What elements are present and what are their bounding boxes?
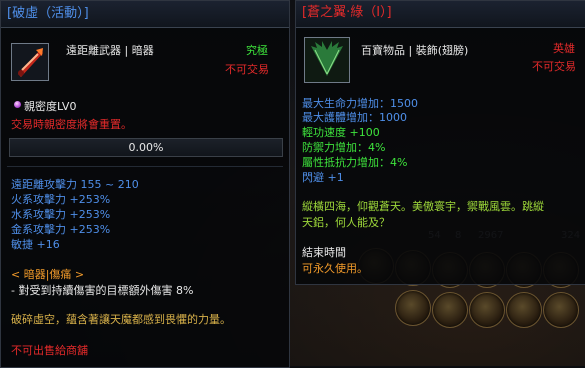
stat-line: 防禦力增加：4% xyxy=(302,141,386,154)
affinity-level: 親密度LV0 xyxy=(24,100,77,113)
stat-line: 屬性抵抗力增加：4% xyxy=(302,156,408,169)
trade-restriction: 不可交易 xyxy=(225,63,269,76)
special-effect-title: < 暗器|傷痛 > xyxy=(11,268,85,281)
stat-line: 水系攻擊力 +253% xyxy=(11,208,111,221)
skill-slot[interactable] xyxy=(432,292,468,328)
affinity-progress-bar: 0.00% xyxy=(9,138,283,157)
stat-line: 敏捷 +16 xyxy=(11,238,60,251)
stat-line: 閃避 +1 xyxy=(302,171,344,184)
lore-text: 縱橫四海，仰觀蒼天。美傲寰宇，禦戰風雲。跳縱 xyxy=(302,200,544,213)
weapon-icon xyxy=(11,43,49,81)
no-sell-note: 不可出售給商舖 xyxy=(11,344,88,357)
stat-line: 最大護體增加：1000 xyxy=(302,111,407,124)
end-time-value: 可永久使用。 xyxy=(302,262,368,275)
lore-text: 破碎虛空，蘊含著讓天魔都感到畏懼的力量。 xyxy=(11,313,231,326)
item-title: [蒼之翼·綠（Ⅰ）] xyxy=(302,5,392,20)
wings-tooltip: [蒼之翼·綠（Ⅰ）] 百寶物品 | 裝飾(翅膀) 英雄 不可交易 最大生命力增加… xyxy=(295,0,585,285)
tooltip-title-bar: [破虛（活動）] xyxy=(1,1,289,28)
affinity-note: 交易時親密度將會重置。 xyxy=(11,118,132,131)
end-time-label: 結束時間 xyxy=(302,246,346,259)
stat-line: 金系攻擊力 +253% xyxy=(11,223,111,236)
skill-slot[interactable] xyxy=(543,292,579,328)
lore-text: 天鋁，何人能及？ xyxy=(302,216,390,229)
tooltip-title-bar: [蒼之翼·綠（Ⅰ）] xyxy=(296,1,585,28)
stat-line: 輕功速度 +100 xyxy=(302,126,380,139)
affinity-gem-icon xyxy=(14,101,21,108)
item-quality: 英雄 xyxy=(553,42,575,55)
affinity-progress-text: 0.00% xyxy=(128,141,164,154)
wings-icon xyxy=(304,37,350,83)
skill-slot[interactable] xyxy=(506,292,542,328)
item-type: 遠距離武器 | 暗器 xyxy=(66,44,154,57)
stat-line: 火系攻擊力 +253% xyxy=(11,193,111,206)
special-effect-desc: - 對受到持續傷害的目標額外傷害 8% xyxy=(11,284,194,297)
stat-line: 遠距離攻擊力 155 ~ 210 xyxy=(11,178,139,191)
skill-slot[interactable] xyxy=(395,290,431,326)
weapon-tooltip: [破虛（活動）] 遠距離武器 | 暗器 究極 不可交易 親密度LV0 交易時親密… xyxy=(0,0,290,368)
item-type: 百寶物品 | 裝飾(翅膀) xyxy=(361,44,469,57)
stat-line: 最大生命力增加：1500 xyxy=(302,97,418,110)
item-title: [破虛（活動）] xyxy=(7,6,89,21)
skill-slot[interactable] xyxy=(469,292,505,328)
trade-restriction: 不可交易 xyxy=(532,60,576,73)
item-quality: 究極 xyxy=(246,44,268,57)
